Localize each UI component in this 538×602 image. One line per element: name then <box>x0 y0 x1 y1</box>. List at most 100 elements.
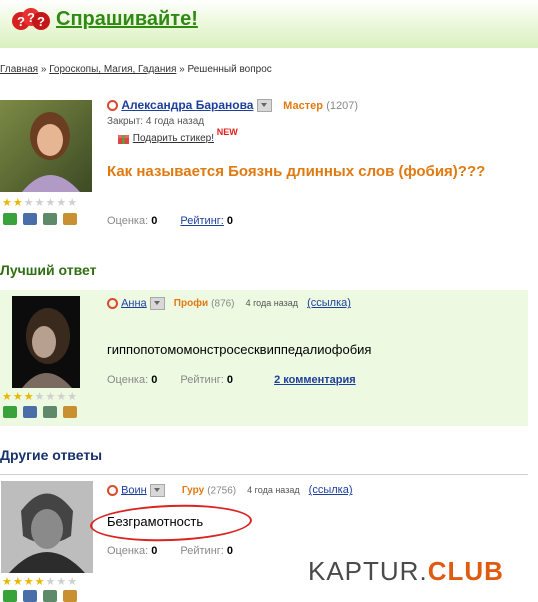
best-answer-time: 4 года назад <box>245 298 299 309</box>
edit-icon[interactable] <box>63 406 77 418</box>
best-answer-panel <box>96 290 528 426</box>
watermark: KAPTUR.CLUB <box>308 556 504 587</box>
rating-value: 0 <box>226 374 234 386</box>
rating-label[interactable]: Рейтинг: <box>180 215 223 227</box>
star-icon: ★ <box>67 576 78 588</box>
edit-icon[interactable] <box>63 213 77 225</box>
question-author-points: (1207) <box>326 100 359 112</box>
score-label: Оценка: <box>107 545 149 557</box>
breadcrumb-separator: » <box>40 64 47 75</box>
star-icon: ★ <box>2 197 12 209</box>
other-answer-permalink[interactable]: (ссылка) <box>309 484 353 496</box>
gift-icon[interactable] <box>117 132 130 145</box>
breadcrumb-current: Решенный вопрос <box>187 64 272 75</box>
best-answer-heading: Лучший ответ <box>0 262 97 278</box>
video-icon[interactable] <box>43 590 57 602</box>
svg-text:?: ? <box>37 14 45 29</box>
star-icon: ★ <box>56 197 67 209</box>
star-icon: ★ <box>34 391 45 403</box>
score-value: 0 <box>151 374 158 386</box>
best-answer-permalink[interactable]: (ссылка) <box>307 297 351 309</box>
star-icon: ★ <box>45 576 56 588</box>
camera-icon[interactable] <box>23 590 37 602</box>
svg-text:?: ? <box>27 10 35 25</box>
divider <box>0 474 528 475</box>
best-answer-author-rank: Профи <box>173 298 209 310</box>
watermark-main: KAPTUR. <box>308 556 428 586</box>
other-answer-author-line: Воин Гуру (2756) 4 года назад (ссылка) <box>107 484 352 497</box>
user-group-icon[interactable] <box>3 590 17 602</box>
question-author-stars: ★ ★ ★ ★ ★ ★ ★ <box>2 198 77 209</box>
star-icon: ★ <box>45 391 56 403</box>
star-icon: ★ <box>23 576 34 588</box>
question-marks-logo-icon[interactable]: ? ? ? <box>12 6 50 34</box>
other-answers-heading: Другие ответы <box>0 447 103 463</box>
star-icon: ★ <box>2 576 12 588</box>
star-icon: ★ <box>56 576 67 588</box>
star-icon: ★ <box>2 391 12 403</box>
camera-icon[interactable] <box>23 406 37 418</box>
watermark-accent: CLUB <box>427 556 504 586</box>
score-label: Оценка: <box>107 374 149 386</box>
edit-icon[interactable] <box>63 590 77 602</box>
gift-sticker-link[interactable]: Подарить стикер! <box>133 133 214 144</box>
camera-icon[interactable] <box>23 213 37 225</box>
video-icon[interactable] <box>43 213 57 225</box>
other-answer-score-line: Оценка: 0 Рейтинг: 0 <box>107 545 233 557</box>
gift-sticker-line: Подарить стикер! NEW <box>117 127 238 145</box>
site-name-link[interactable]: Спрашивайте! <box>56 8 198 31</box>
question-author-icons <box>3 213 77 225</box>
other-answer-author-avatar[interactable] <box>1 481 93 573</box>
breadcrumb: Главная » Гороскопы, Магия, Гадания » Ре… <box>0 64 272 75</box>
question-author-line: Александра Баранова Мастер (1207) <box>107 98 359 113</box>
other-answer-author-link[interactable]: Воин <box>121 484 147 496</box>
question-closed-time: Закрыт: 4 года назад <box>107 116 205 127</box>
user-group-icon[interactable] <box>3 213 17 225</box>
star-icon: ★ <box>45 197 56 209</box>
question-author-link[interactable]: Александра Баранова <box>121 98 253 112</box>
best-answer-author-icons <box>3 406 77 418</box>
best-answer-author-points: (876) <box>211 298 235 310</box>
at-icon <box>107 298 118 309</box>
other-answer-author-icons <box>3 590 77 602</box>
best-answer-author-line: Анна Профи (876) 4 года назад (ссылка) <box>107 297 351 310</box>
star-icon: ★ <box>12 391 23 403</box>
rating-value: 0 <box>226 215 234 227</box>
other-answer-time: 4 года назад <box>247 485 300 496</box>
best-answer-score-line: Оценка: 0 Рейтинг: 0 2 комментария <box>107 374 356 386</box>
best-answer-author-avatar[interactable] <box>12 296 80 388</box>
dropdown-icon[interactable] <box>149 484 165 497</box>
breadcrumb-category[interactable]: Гороскопы, Магия, Гадания <box>49 64 176 75</box>
question-title: Как называется Боязнь длинных слов (фоби… <box>107 163 486 180</box>
other-answer-text: Безграмотность <box>107 514 204 529</box>
user-group-icon[interactable] <box>3 406 17 418</box>
new-badge: NEW <box>216 127 238 138</box>
dropdown-icon[interactable] <box>149 297 165 310</box>
star-icon: ★ <box>34 197 45 209</box>
star-icon: ★ <box>23 391 34 403</box>
question-author-rank: Мастер <box>283 100 323 112</box>
svg-text:?: ? <box>17 14 25 29</box>
rating-label: Рейтинг: <box>180 374 224 386</box>
score-value: 0 <box>151 545 158 557</box>
dropdown-icon[interactable] <box>256 99 272 113</box>
breadcrumb-home[interactable]: Главная <box>0 64 38 75</box>
best-answer-author-link[interactable]: Анна <box>121 297 147 309</box>
at-icon <box>107 100 118 112</box>
question-score-line: Оценка: 0 Рейтинг: 0 <box>107 215 233 227</box>
best-answer-author-stars: ★ ★ ★ ★ ★ ★ ★ <box>2 392 77 403</box>
star-icon: ★ <box>12 576 23 588</box>
star-icon: ★ <box>67 391 78 403</box>
rating-value: 0 <box>226 545 234 557</box>
score-value: 0 <box>151 215 158 227</box>
rating-label: Рейтинг: <box>180 545 224 557</box>
star-icon: ★ <box>12 197 23 209</box>
other-answer-author-rank: Гуру <box>181 485 205 497</box>
comments-link[interactable]: 2 комментария <box>274 374 356 386</box>
video-icon[interactable] <box>43 406 57 418</box>
star-icon: ★ <box>67 197 78 209</box>
best-answer-text: гиппопотомомонстросесквиппедалиофобия <box>107 342 372 357</box>
other-answer-author-stars: ★ ★ ★ ★ ★ ★ ★ <box>2 577 77 588</box>
at-icon <box>107 485 118 496</box>
question-author-avatar[interactable] <box>0 100 92 192</box>
